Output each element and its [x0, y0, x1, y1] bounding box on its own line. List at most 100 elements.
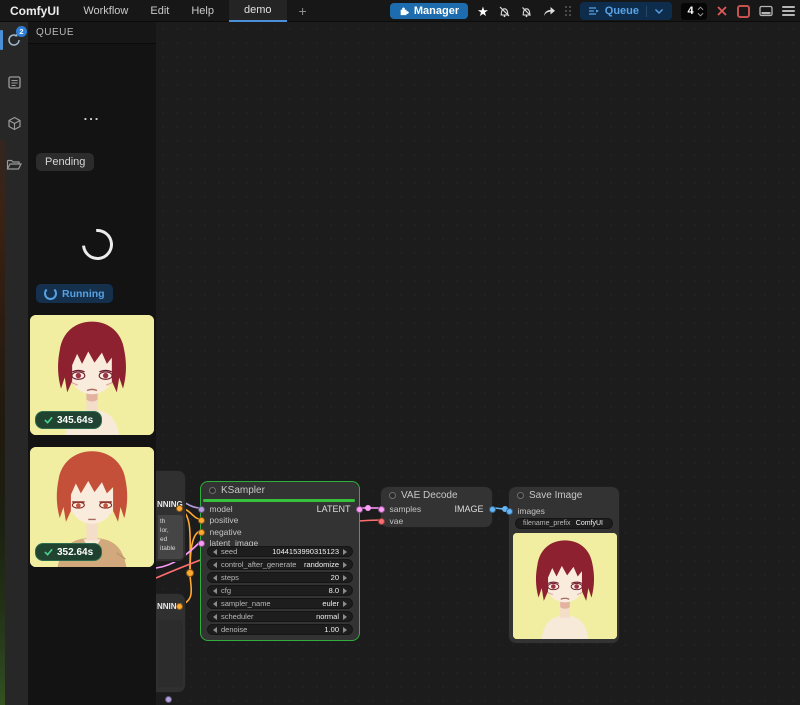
widget-cfg[interactable]: cfg8.0 — [207, 585, 353, 596]
share-icon[interactable] — [542, 5, 556, 17]
toolbar-drag-handle[interactable] — [565, 6, 571, 16]
increment-icon[interactable] — [343, 588, 347, 594]
widget-value: normal — [316, 612, 339, 621]
input-slot-positive[interactable]: positive — [198, 515, 239, 525]
model-port[interactable] — [198, 506, 205, 513]
widget-name: denoise — [221, 625, 247, 634]
image-port[interactable] — [489, 506, 496, 513]
widget-name: cfg — [221, 586, 231, 595]
step-up-icon[interactable] — [697, 6, 704, 11]
clear-queue-icon[interactable] — [716, 5, 728, 17]
widget-name: steps — [221, 573, 239, 582]
node-save-image[interactable]: Save Image images filename_prefix ComfyU… — [508, 486, 620, 644]
active-indicator — [0, 30, 3, 50]
favorites-star-icon[interactable]: ★ — [477, 5, 489, 18]
app-logo[interactable]: ComfyUI — [0, 4, 72, 18]
prompt-text-widget[interactable] — [158, 620, 183, 687]
widget-seed[interactable]: seed1044153990315123 — [207, 546, 353, 557]
latent-port[interactable] — [356, 506, 363, 513]
sidebar-item-model-library[interactable] — [0, 109, 28, 137]
collapse-dot-icon[interactable] — [209, 487, 216, 494]
node-title: Save Image — [529, 490, 582, 501]
bottom-panel-toggle-icon[interactable] — [759, 5, 773, 17]
widget-name: control_after_generate — [221, 560, 296, 569]
batch-count-stepper[interactable]: 4 — [681, 3, 707, 20]
reroute-dot[interactable] — [186, 569, 194, 577]
conditioning-port[interactable] — [198, 529, 205, 536]
increment-icon[interactable] — [343, 562, 347, 568]
output-slot-latent[interactable]: LATENT — [317, 504, 363, 514]
queue-run-button[interactable]: Queue — [580, 2, 672, 20]
menu-edit[interactable]: Edit — [139, 5, 180, 17]
latent-port[interactable] — [378, 506, 385, 513]
node-ksampler[interactable]: KSampler model positive negative latent_… — [200, 481, 360, 641]
prompt-line: lor, — [160, 526, 183, 535]
node-header[interactable]: Save Image — [509, 487, 619, 503]
increment-icon[interactable] — [343, 614, 347, 620]
decrement-icon[interactable] — [213, 588, 217, 594]
queue-more-button[interactable]: ... — [28, 108, 156, 123]
manager-button[interactable]: Manager — [390, 3, 468, 19]
duration-text: 352.64s — [57, 547, 93, 558]
step-down-icon[interactable] — [697, 12, 704, 17]
widget-steps[interactable]: steps20 — [207, 572, 353, 583]
node-header[interactable]: VAE Decode — [381, 487, 492, 503]
input-slot-negative[interactable]: negative — [198, 527, 242, 537]
saved-image-preview[interactable] — [513, 533, 617, 639]
node-header[interactable]: KSampler — [201, 482, 359, 498]
queue-result-thumbnail[interactable]: 345.64s — [30, 315, 154, 435]
collapse-dot-icon[interactable] — [517, 492, 524, 499]
bell-slash-icon-2[interactable] — [520, 5, 533, 18]
conditioning-output-port[interactable] — [176, 603, 183, 610]
widget-filename-prefix[interactable]: filename_prefix ComfyUI — [515, 518, 613, 529]
input-slot-images[interactable]: images — [506, 506, 545, 516]
queue-result-thumbnail[interactable]: 352.64s — [30, 447, 154, 567]
decrement-icon[interactable] — [213, 614, 217, 620]
stop-icon[interactable] — [737, 5, 750, 18]
widget-name: filename_prefix — [523, 520, 570, 527]
decrement-icon[interactable] — [213, 601, 217, 607]
decrement-icon[interactable] — [213, 562, 217, 568]
sidebar-item-node-library[interactable] — [0, 68, 28, 96]
folder-open-icon — [6, 158, 22, 171]
decrement-icon[interactable] — [213, 549, 217, 555]
conditioning-port[interactable] — [198, 517, 205, 524]
chevron-down-icon[interactable] — [654, 8, 664, 15]
conditioning-output-port[interactable] — [176, 505, 183, 512]
menu-help[interactable]: Help — [180, 5, 225, 17]
decrement-icon[interactable] — [213, 575, 217, 581]
graph-canvas[interactable]: NNING th lor, ed itable NNING KSampler — [156, 22, 800, 705]
puzzle-icon — [399, 6, 409, 16]
collapse-dot-icon[interactable] — [389, 492, 396, 499]
widget-denoise[interactable]: denoise1.00 — [207, 624, 353, 635]
widget-sampler-name[interactable]: sampler_nameeuler — [207, 598, 353, 609]
sidebar-item-queue[interactable]: 2 — [0, 26, 28, 54]
widget-scheduler[interactable]: schedulernormal — [207, 611, 353, 622]
link-dot-latent[interactable] — [365, 505, 371, 511]
image-port[interactable] — [506, 508, 513, 515]
model-port[interactable] — [165, 696, 172, 703]
workflow-tab-demo[interactable]: demo — [229, 0, 287, 22]
input-slot-samples[interactable]: samples — [378, 504, 422, 514]
prompt-text-widget[interactable]: th lor, ed itable — [158, 515, 183, 559]
widget-control-after-generate[interactable]: control_after_generaterandomize — [207, 559, 353, 570]
output-slot-image[interactable]: IMAGE — [454, 504, 495, 514]
input-slot-model[interactable]: model — [198, 504, 233, 514]
increment-icon[interactable] — [343, 575, 347, 581]
input-slot-vae[interactable]: vae — [378, 516, 404, 526]
queue-button-label: Queue — [605, 5, 639, 17]
latent-port[interactable] — [198, 540, 205, 547]
hamburger-menu-icon[interactable] — [782, 6, 795, 16]
vae-port[interactable] — [378, 518, 385, 525]
increment-icon[interactable] — [343, 627, 347, 633]
new-workflow-tab-button[interactable]: + — [287, 3, 319, 19]
decrement-icon[interactable] — [213, 627, 217, 633]
increment-icon[interactable] — [343, 549, 347, 555]
widget-value: ComfyUI — [576, 520, 603, 527]
top-menubar: ComfyUI Workflow Edit Help demo + Manage… — [0, 0, 800, 22]
increment-icon[interactable] — [343, 601, 347, 607]
node-vae-decode[interactable]: VAE Decode samples vae IMAGE — [380, 486, 493, 528]
bell-slash-icon[interactable] — [498, 5, 511, 18]
model-cube-icon — [7, 116, 22, 131]
menu-workflow[interactable]: Workflow — [72, 5, 139, 17]
